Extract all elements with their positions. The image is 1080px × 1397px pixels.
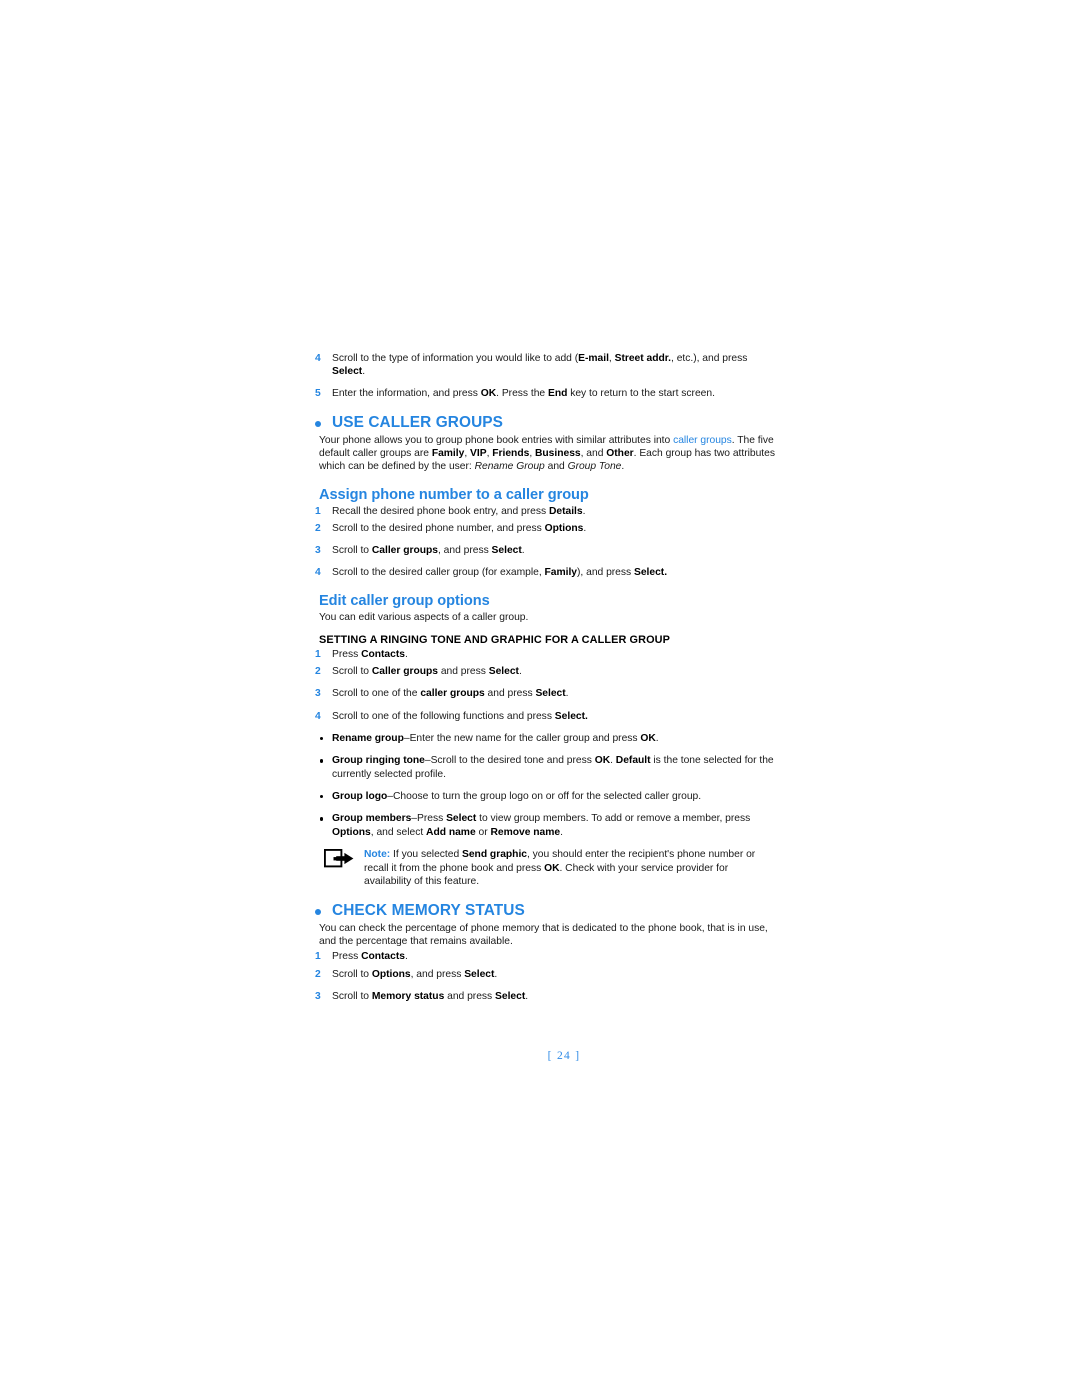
text-column: 4 Scroll to the type of information you …: [313, 352, 775, 1012]
edit-intro-paragraph: You can edit various aspects of a caller…: [319, 611, 529, 623]
step-number: 3: [315, 990, 321, 1002]
subheading-edit-caller-group-options: Edit caller group options: [319, 592, 490, 609]
step-number: 1: [315, 951, 321, 963]
list-item: Group logo–Choose to turn the group logo…: [313, 790, 775, 803]
step-text: Scroll to one of the caller groups and p…: [332, 688, 569, 700]
bullet-text: Group members–Press Select to view group…: [332, 813, 751, 838]
step-number: 4: [315, 353, 321, 364]
list-item: 2 Scroll to the desired phone number, an…: [313, 522, 775, 535]
step-number: 1: [315, 505, 321, 517]
bullet-text: Rename group–Enter the new name for the …: [332, 732, 659, 744]
page-number: [ 24 ]: [0, 1050, 1080, 1062]
list-item: 1 Press Contacts.: [313, 950, 775, 963]
step-number: 3: [315, 688, 321, 700]
list-item: 4 Scroll to the type of information you …: [313, 352, 775, 378]
step-number: 2: [315, 968, 321, 980]
bullet-dot-icon: [315, 420, 321, 427]
note-text: If you selected Send graphic, you should…: [364, 849, 756, 888]
list-item: 1 Recall the desired phone book entry, a…: [313, 505, 775, 518]
bullet-dot-icon: [315, 908, 321, 915]
step-number: 5: [315, 388, 321, 400]
list-item: 1 Press Contacts.: [313, 648, 775, 661]
check-memory-steps-list: 1 Press Contacts. 2 Scroll to Options, a…: [313, 950, 775, 1003]
section-heading-use-caller-groups: USE CALLER GROUPS: [313, 414, 775, 432]
top-steps-list: 4 Scroll to the type of information you …: [313, 352, 775, 401]
step-text: Scroll to Options, and press Select.: [332, 968, 498, 980]
section-heading-label: CHECK MEMORY STATUS: [332, 901, 525, 919]
step-number: 4: [315, 567, 321, 579]
step-text: Press Contacts.: [332, 951, 408, 963]
step-text: Scroll to the desired phone number, and …: [332, 523, 587, 535]
list-item: 4 Scroll to the desired caller group (fo…: [313, 566, 775, 579]
bullet-text: Group logo–Choose to turn the group logo…: [332, 791, 702, 803]
bullet-text: Group ringing tone–Scroll to the desired…: [332, 755, 774, 780]
list-item: 2 Scroll to Options, and press Select.: [313, 968, 775, 981]
list-item: 2 Scroll to Caller groups and press Sele…: [313, 665, 775, 678]
step-text: Scroll to one of the following functions…: [332, 710, 588, 722]
edit-bullet-list: Rename group–Enter the new name for the …: [313, 732, 775, 839]
subsubheading-setting-ringing-tone: SETTING A RINGING TONE AND GRAPHIC FOR A…: [319, 634, 670, 647]
step-number: 2: [315, 666, 321, 678]
section-heading-label: USE CALLER GROUPS: [332, 413, 504, 431]
note-arrow-icon: [323, 849, 354, 868]
bullet-dot-icon: [320, 795, 324, 799]
list-item: 3 Scroll to one of the caller groups and…: [313, 687, 775, 700]
step-number: 1: [315, 649, 321, 661]
bullet-dot-icon: [320, 817, 324, 821]
subheading-assign-phone-number: Assign phone number to a caller group: [319, 486, 589, 503]
step-number: 4: [315, 710, 321, 722]
list-item: Rename group–Enter the new name for the …: [313, 732, 775, 745]
assign-steps-list: 1 Recall the desired phone book entry, a…: [313, 505, 775, 580]
step-text: Scroll to Caller groups and press Select…: [332, 666, 522, 678]
step-text: Scroll to the type of information you wo…: [332, 353, 748, 378]
list-item: 3 Scroll to Memory status and press Sele…: [313, 990, 775, 1003]
step-text: Scroll to Memory status and press Select…: [332, 990, 529, 1002]
list-item: 5 Enter the information, and press OK. P…: [313, 387, 775, 400]
manual-page: 4 Scroll to the type of information you …: [0, 0, 1080, 1397]
step-text: Enter the information, and press OK. Pre…: [332, 388, 715, 400]
section-heading-check-memory-status: CHECK MEMORY STATUS: [313, 902, 775, 920]
list-item: 4 Scroll to one of the following functio…: [313, 710, 775, 723]
section-intro-paragraph: Your phone allows you to group phone boo…: [319, 434, 775, 473]
list-item: Group members–Press Select to view group…: [313, 812, 775, 839]
step-number: 3: [315, 545, 321, 557]
bullet-dot-icon: [320, 736, 324, 741]
list-item: 3 Scroll to Caller groups, and press Sel…: [313, 544, 775, 557]
step-text: Press Contacts.: [332, 649, 408, 661]
step-text: Scroll to Caller groups, and press Selec…: [332, 545, 525, 557]
note-callout: Note: If you selected Send graphic, you …: [313, 848, 775, 888]
check-memory-intro-paragraph: You can check the percentage of phone me…: [319, 922, 768, 947]
edit-steps-list: 1 Press Contacts. 2 Scroll to Caller gro…: [313, 648, 775, 723]
step-text: Recall the desired phone book entry, and…: [332, 505, 586, 517]
page-number-label: [ 24 ]: [547, 1050, 581, 1062]
step-number: 2: [315, 523, 321, 535]
bullet-dot-icon: [320, 759, 324, 763]
note-label: Note:: [364, 849, 391, 861]
list-item: Group ringing tone–Scroll to the desired…: [313, 754, 775, 781]
step-text: Scroll to the desired caller group (for …: [332, 567, 668, 579]
